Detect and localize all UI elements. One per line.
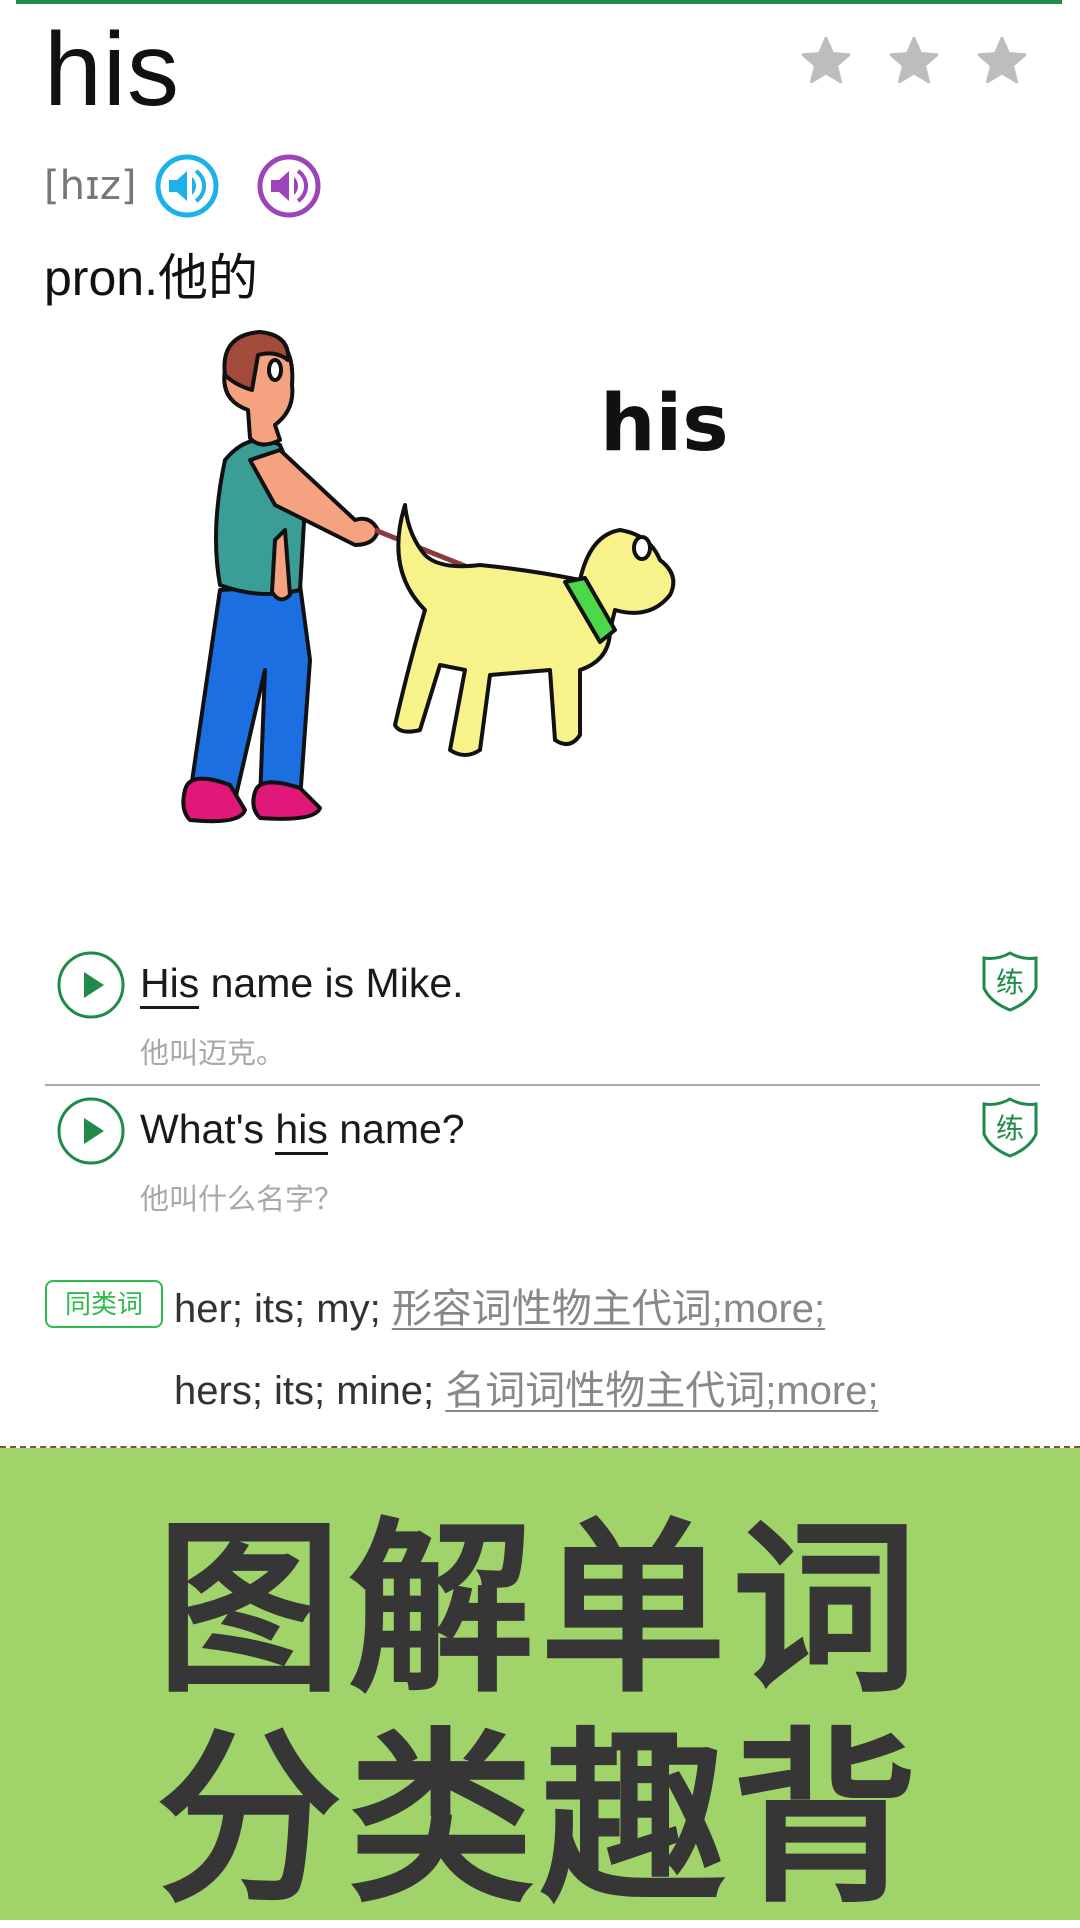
practice-shield-icon[interactable]: 练 bbox=[980, 950, 1040, 1012]
sentence-text: name? bbox=[327, 1106, 465, 1152]
promo-banner: 图解单词 分类趣背 bbox=[0, 1448, 1080, 1920]
banner-line-2: 分类趣背 bbox=[155, 1711, 924, 1928]
keyword-highlight: his bbox=[275, 1106, 328, 1155]
definition: pron.他的 bbox=[44, 250, 258, 306]
practice-label: 练 bbox=[996, 1113, 1024, 1144]
word-illustration: his bbox=[181, 330, 729, 824]
synonym-words: hers; its; mine; bbox=[174, 1369, 446, 1413]
pronunciation-row: [hɪz] bbox=[44, 153, 322, 219]
star-icon[interactable] bbox=[884, 32, 944, 92]
example-divider bbox=[45, 1084, 1040, 1086]
keyword-highlight: His bbox=[140, 960, 200, 1009]
headword: his bbox=[44, 12, 180, 128]
play-icon[interactable] bbox=[56, 1096, 126, 1166]
illustration-caption: his bbox=[600, 379, 729, 469]
practice-shield-icon[interactable]: 练 bbox=[980, 1096, 1040, 1158]
top-accent-bar bbox=[16, 0, 1062, 4]
star-icon[interactable] bbox=[972, 32, 1032, 92]
synonym-badge: 同类词 bbox=[45, 1280, 163, 1328]
play-icon[interactable] bbox=[56, 950, 126, 1020]
practice-label: 练 bbox=[996, 967, 1024, 998]
banner-line-1: 图解单词 bbox=[155, 1501, 924, 1718]
speaker-us-icon[interactable] bbox=[256, 153, 322, 219]
example-translation: 他叫迈克。 bbox=[140, 1038, 286, 1070]
synonym-words: her; its; my; bbox=[174, 1287, 392, 1331]
synonym-line: hers; its; mine; 名词词性物主代词;more; bbox=[174, 1358, 879, 1416]
dog-figure bbox=[393, 503, 676, 757]
example-sentence: His name is Mike. bbox=[140, 960, 464, 1009]
phonetic-text: [hɪz] bbox=[44, 163, 137, 209]
example-item: His name is Mike. 他叫迈克。 练 bbox=[56, 950, 1040, 1080]
star-icon[interactable] bbox=[796, 32, 856, 92]
man-figure bbox=[181, 330, 380, 824]
rating-stars[interactable] bbox=[796, 32, 1032, 92]
synonym-category-link[interactable]: 形容词性物主代词;more; bbox=[392, 1287, 825, 1331]
synonym-category-link[interactable]: 名词词性物主代词;more; bbox=[445, 1369, 878, 1413]
example-translation: 他叫什么名字？ bbox=[140, 1184, 344, 1216]
speaker-uk-icon[interactable] bbox=[154, 153, 220, 219]
sentence-text: name is Mike. bbox=[199, 960, 464, 1006]
synonym-line: her; its; my; 形容词性物主代词;more; bbox=[174, 1276, 825, 1334]
example-item: What's his name? 他叫什么名字？ 练 bbox=[56, 1096, 1040, 1226]
sentence-text: What's bbox=[140, 1106, 276, 1152]
example-sentence: What's his name? bbox=[140, 1106, 465, 1155]
